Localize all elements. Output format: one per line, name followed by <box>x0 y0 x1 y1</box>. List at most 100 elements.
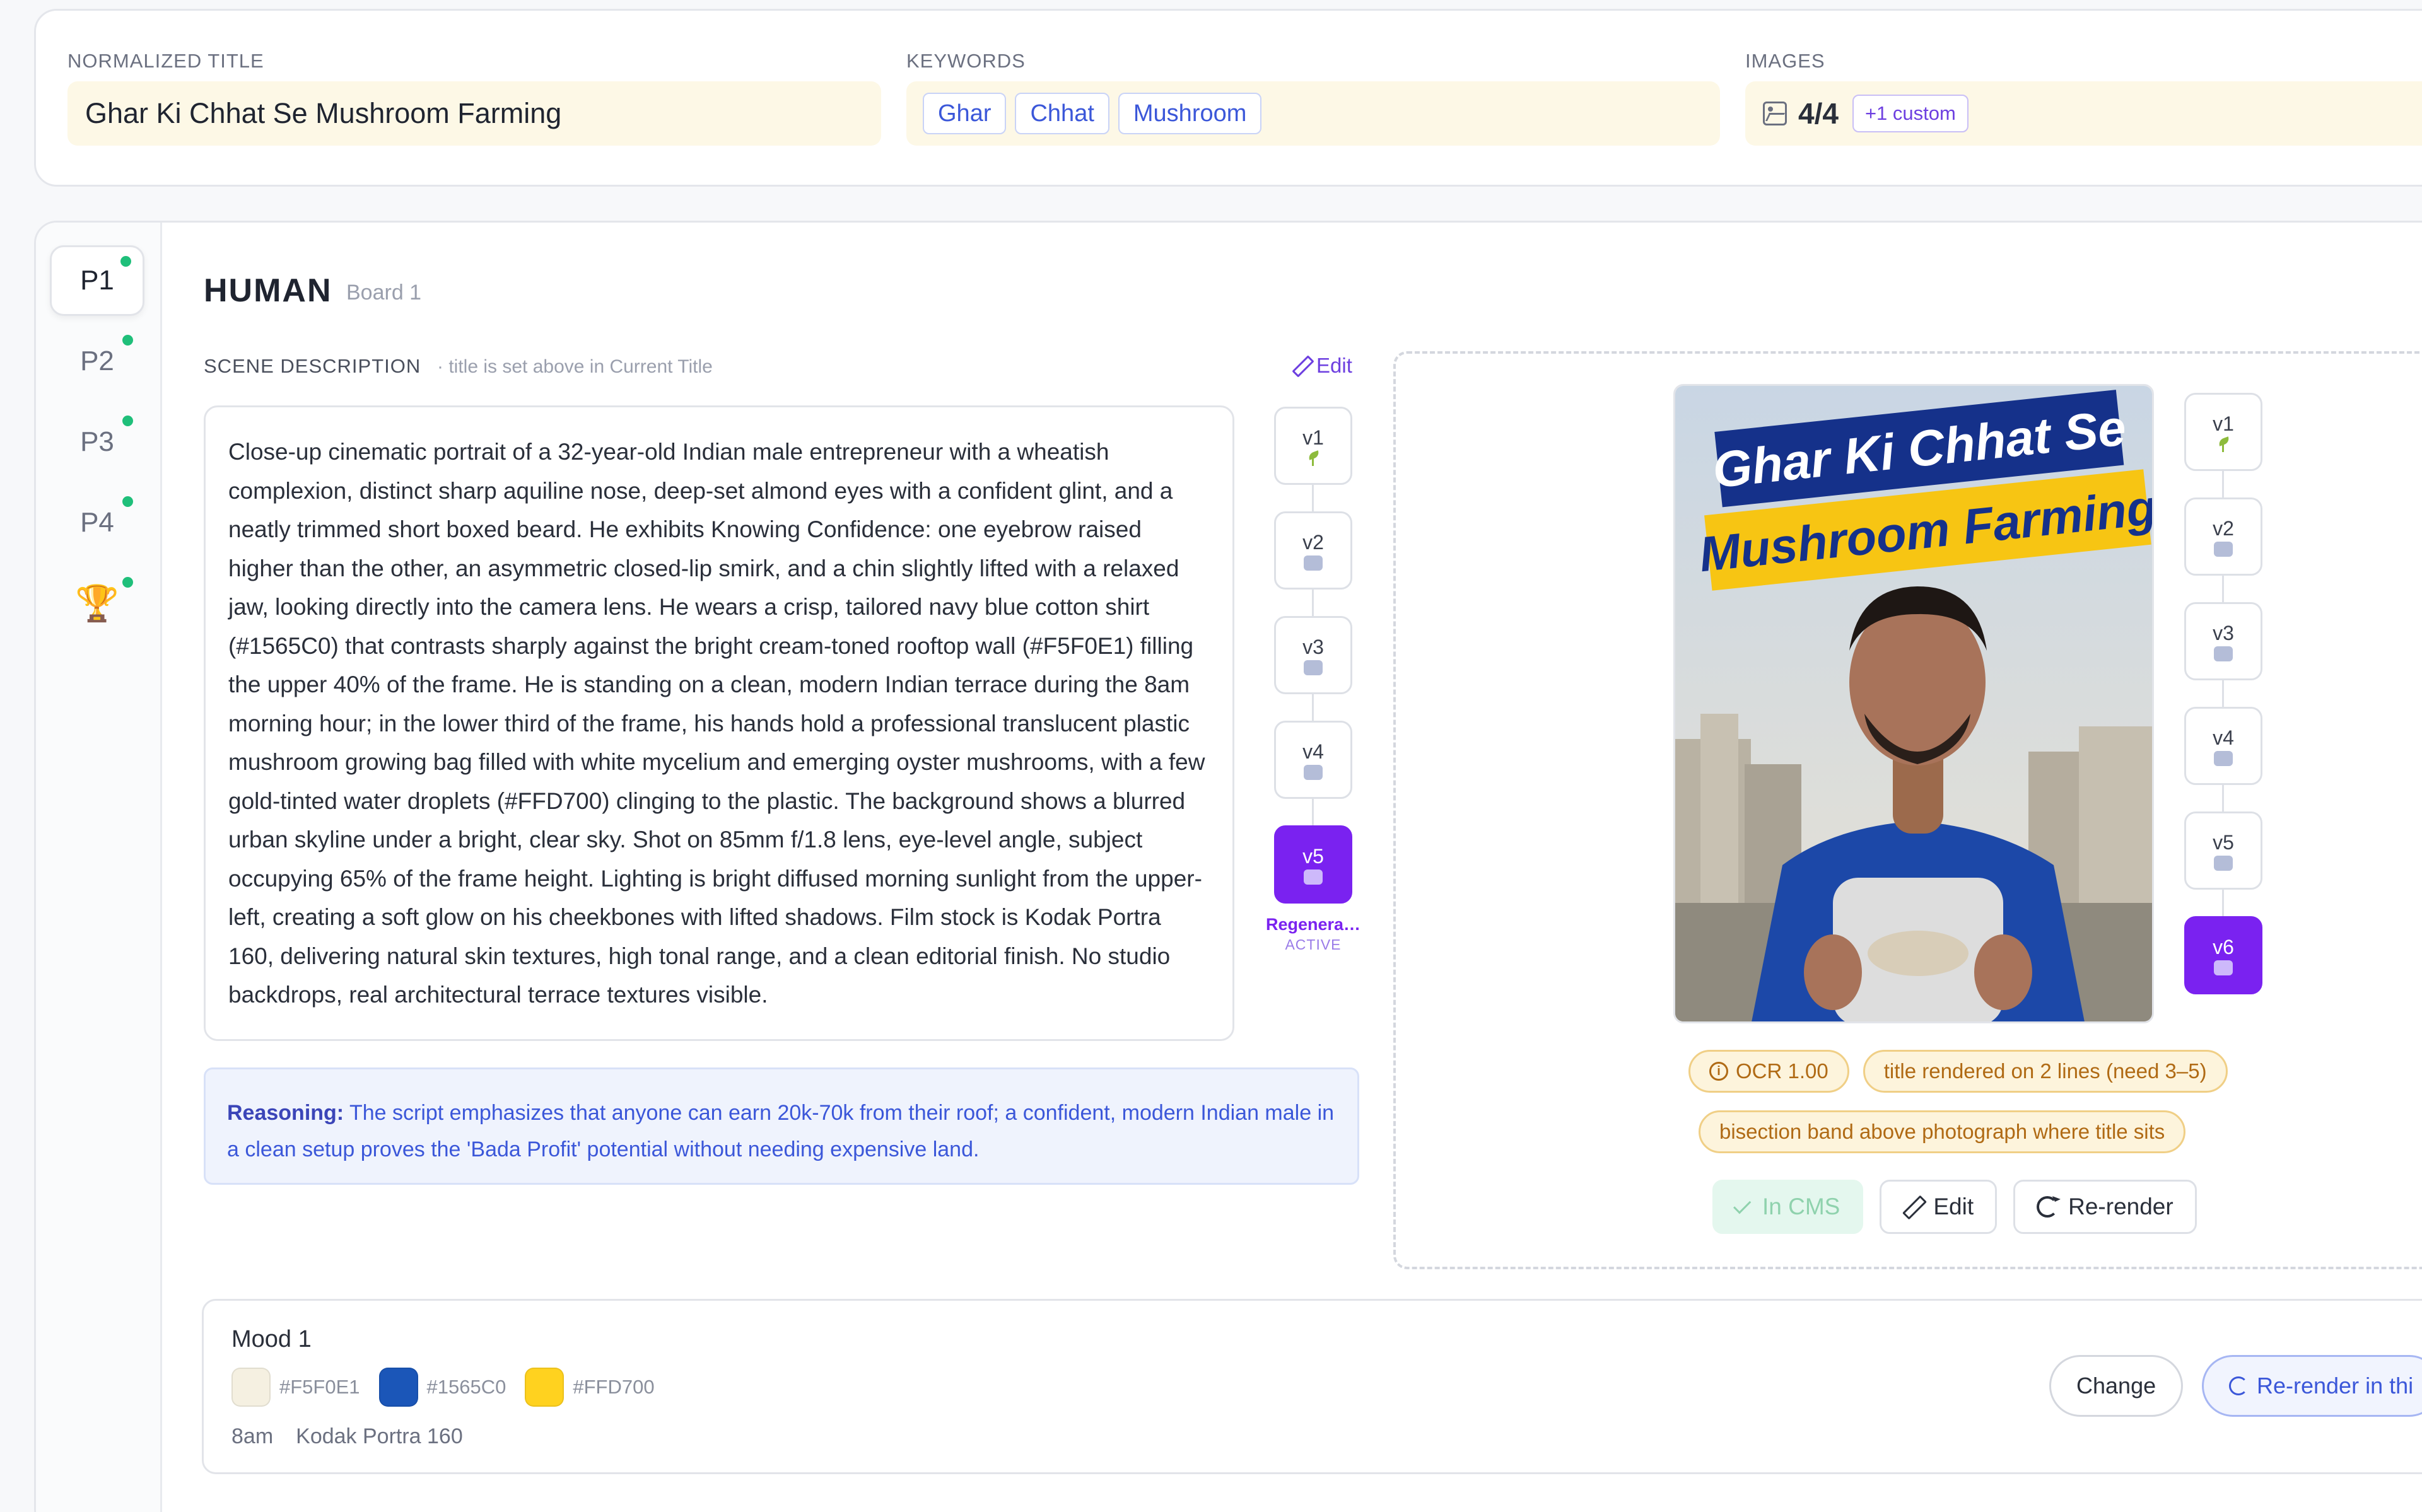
image-version-v5[interactable]: v5 <box>2184 811 2262 890</box>
version-label: v1 <box>1302 426 1324 449</box>
edit-scene-label: Edit <box>1316 354 1352 377</box>
color-swatch-row: #F5F0E1 #1565C0 #FFD700 <box>231 1368 674 1407</box>
rerender-button[interactable]: Re-render <box>2013 1180 2197 1234</box>
in-cms-button[interactable]: In CMS <box>1712 1180 1864 1234</box>
keyword-chip[interactable]: Chhat <box>1015 93 1109 134</box>
color-swatch <box>378 1368 418 1407</box>
version-connector <box>1312 485 1314 513</box>
sprout-icon <box>1304 451 1323 466</box>
refresh-icon <box>2214 855 2233 871</box>
image-version-v6[interactable]: v6 <box>2184 916 2262 994</box>
change-mood-label: Change <box>2076 1373 2156 1399</box>
color-swatch <box>231 1368 271 1407</box>
image-version-v2[interactable]: v2 <box>2184 497 2262 576</box>
mood-meta: 8am Kodak Portra 160 <box>231 1424 463 1449</box>
info-icon: i <box>1709 1062 1728 1081</box>
refresh-icon <box>2214 960 2233 975</box>
version-label: v3 <box>1302 635 1324 658</box>
version-label: v6 <box>2213 935 2234 958</box>
status-dot <box>122 335 133 346</box>
tab-winner[interactable]: 🏆 <box>50 568 144 639</box>
prompt-version-v4[interactable]: v4 <box>1274 721 1352 799</box>
custom-image-chip[interactable]: +1 custom <box>1852 95 1969 132</box>
version-label: v5 <box>1302 844 1324 868</box>
version-connector <box>1312 694 1314 722</box>
qa-badges-row-2: bisection band above photograph where ti… <box>1699 1110 2186 1153</box>
qa-badges-row-1: i OCR 1.00 title rendered on 2 lines (ne… <box>1688 1050 2228 1093</box>
title-summary-card: NORMALIZED TITLE Ghar Ki Chhat Se Mushro… <box>34 9 2422 187</box>
edit-thumbnail-label: Edit <box>1933 1194 1974 1219</box>
active-version-status: ACTIVE <box>1285 936 1342 953</box>
normalized-title-box[interactable]: Ghar Ki Chhat Se Mushroom Farming <box>67 81 881 146</box>
edit-scene-button[interactable]: Edit <box>1291 354 1352 378</box>
reasoning-label: Reasoning: <box>227 1101 344 1125</box>
tab-p2[interactable]: P2 <box>50 326 144 397</box>
tab-label: P4 <box>80 507 114 538</box>
ocr-badge: i OCR 1.00 <box>1688 1050 1849 1093</box>
tab-p1[interactable]: P1 <box>50 245 144 316</box>
refresh-icon <box>1304 869 1323 885</box>
refresh-icon <box>1304 555 1323 571</box>
trophy-icon: 🏆 <box>75 583 119 623</box>
mood-time: 8am <box>231 1424 274 1448</box>
version-connector <box>1312 590 1314 617</box>
scene-description-text: Close-up cinematic portrait of a 32-year… <box>228 439 1205 1008</box>
version-label: v2 <box>1302 530 1324 554</box>
prompt-version-v3[interactable]: v3 <box>1274 616 1352 694</box>
color-swatch <box>525 1368 565 1407</box>
version-label: v5 <box>2213 830 2234 854</box>
version-connector <box>2222 680 2224 707</box>
rerender-label: Re-render <box>2068 1194 2173 1219</box>
color-swatch-label: #FFD700 <box>573 1376 655 1398</box>
keywords-label: KEYWORDS <box>906 50 1026 72</box>
scene-description-textarea[interactable]: Close-up cinematic portrait of a 32-year… <box>204 405 1234 1041</box>
keyword-chip[interactable]: Mushroom <box>1118 93 1262 134</box>
status-dot <box>120 256 131 267</box>
title-lines-badge: title rendered on 2 lines (need 3–5) <box>1863 1050 2228 1093</box>
reasoning-note: Reasoning: The script emphasizes that an… <box>204 1067 1359 1185</box>
tab-p3[interactable]: P3 <box>50 407 144 477</box>
tab-p4[interactable]: P4 <box>50 487 144 558</box>
keywords-field: KEYWORDS Ghar Chhat Mushroom <box>906 50 1720 146</box>
mood-film-stock: Kodak Portra 160 <box>296 1424 463 1448</box>
keywords-box: Ghar Chhat Mushroom <box>906 81 1720 146</box>
status-dot <box>122 496 133 507</box>
refresh-icon <box>2229 1376 2248 1395</box>
pencil-icon <box>1291 356 1310 375</box>
rerender-mood-label: Re-render in thi <box>2257 1373 2414 1399</box>
rerender-mood-button[interactable]: Re-render in thi <box>2202 1355 2422 1417</box>
image-version-v1[interactable]: v1 <box>2184 393 2262 471</box>
image-version-list: v1 v2 v3 v4 v5 v6 <box>2184 393 2262 1011</box>
scene-description-hint: · title is set above in Current Title <box>437 356 713 377</box>
change-mood-button[interactable]: Change <box>2049 1355 2184 1417</box>
scroll-fade <box>206 1014 1232 1039</box>
normalized-title-value: Ghar Ki Chhat Se Mushroom Farming <box>85 97 562 129</box>
reasoning-text: The script emphasizes that anyone can ea… <box>227 1101 1335 1161</box>
version-label: v4 <box>1302 740 1324 763</box>
refresh-icon <box>2214 646 2233 661</box>
images-label: IMAGES <box>1745 50 1825 72</box>
refresh-icon <box>1304 764 1323 780</box>
version-label: v1 <box>2213 412 2234 435</box>
keyword-chip[interactable]: Ghar <box>923 93 1007 134</box>
refresh-icon <box>2214 750 2233 766</box>
color-swatch-label: #F5F0E1 <box>279 1376 360 1398</box>
image-count: 4/4 <box>1798 97 1839 130</box>
status-dot <box>122 416 133 426</box>
prompt-version-v2[interactable]: v2 <box>1274 511 1352 590</box>
prompt-version-v1[interactable]: v1 <box>1274 407 1352 485</box>
prompt-version-v5[interactable]: v5 <box>1274 825 1352 904</box>
version-label: v2 <box>2213 516 2234 540</box>
board-title: HUMAN <box>204 272 332 309</box>
scene-description-label: SCENE DESCRIPTION <box>204 355 421 377</box>
check-icon <box>1733 1196 1752 1214</box>
image-version-v3[interactable]: v3 <box>2184 602 2262 680</box>
version-label: v4 <box>2213 726 2234 749</box>
edit-thumbnail-button[interactable]: Edit <box>1880 1180 1998 1234</box>
thumbnail-image[interactable]: Ghar Ki Chhat Se Mushroom Farming <box>1673 384 2154 1023</box>
version-label: v3 <box>2213 621 2234 644</box>
version-connector <box>2222 471 2224 497</box>
images-box: 4/4 +1 custom <box>1745 81 2422 146</box>
version-connector <box>2222 890 2224 916</box>
image-version-v4[interactable]: v4 <box>2184 707 2262 785</box>
